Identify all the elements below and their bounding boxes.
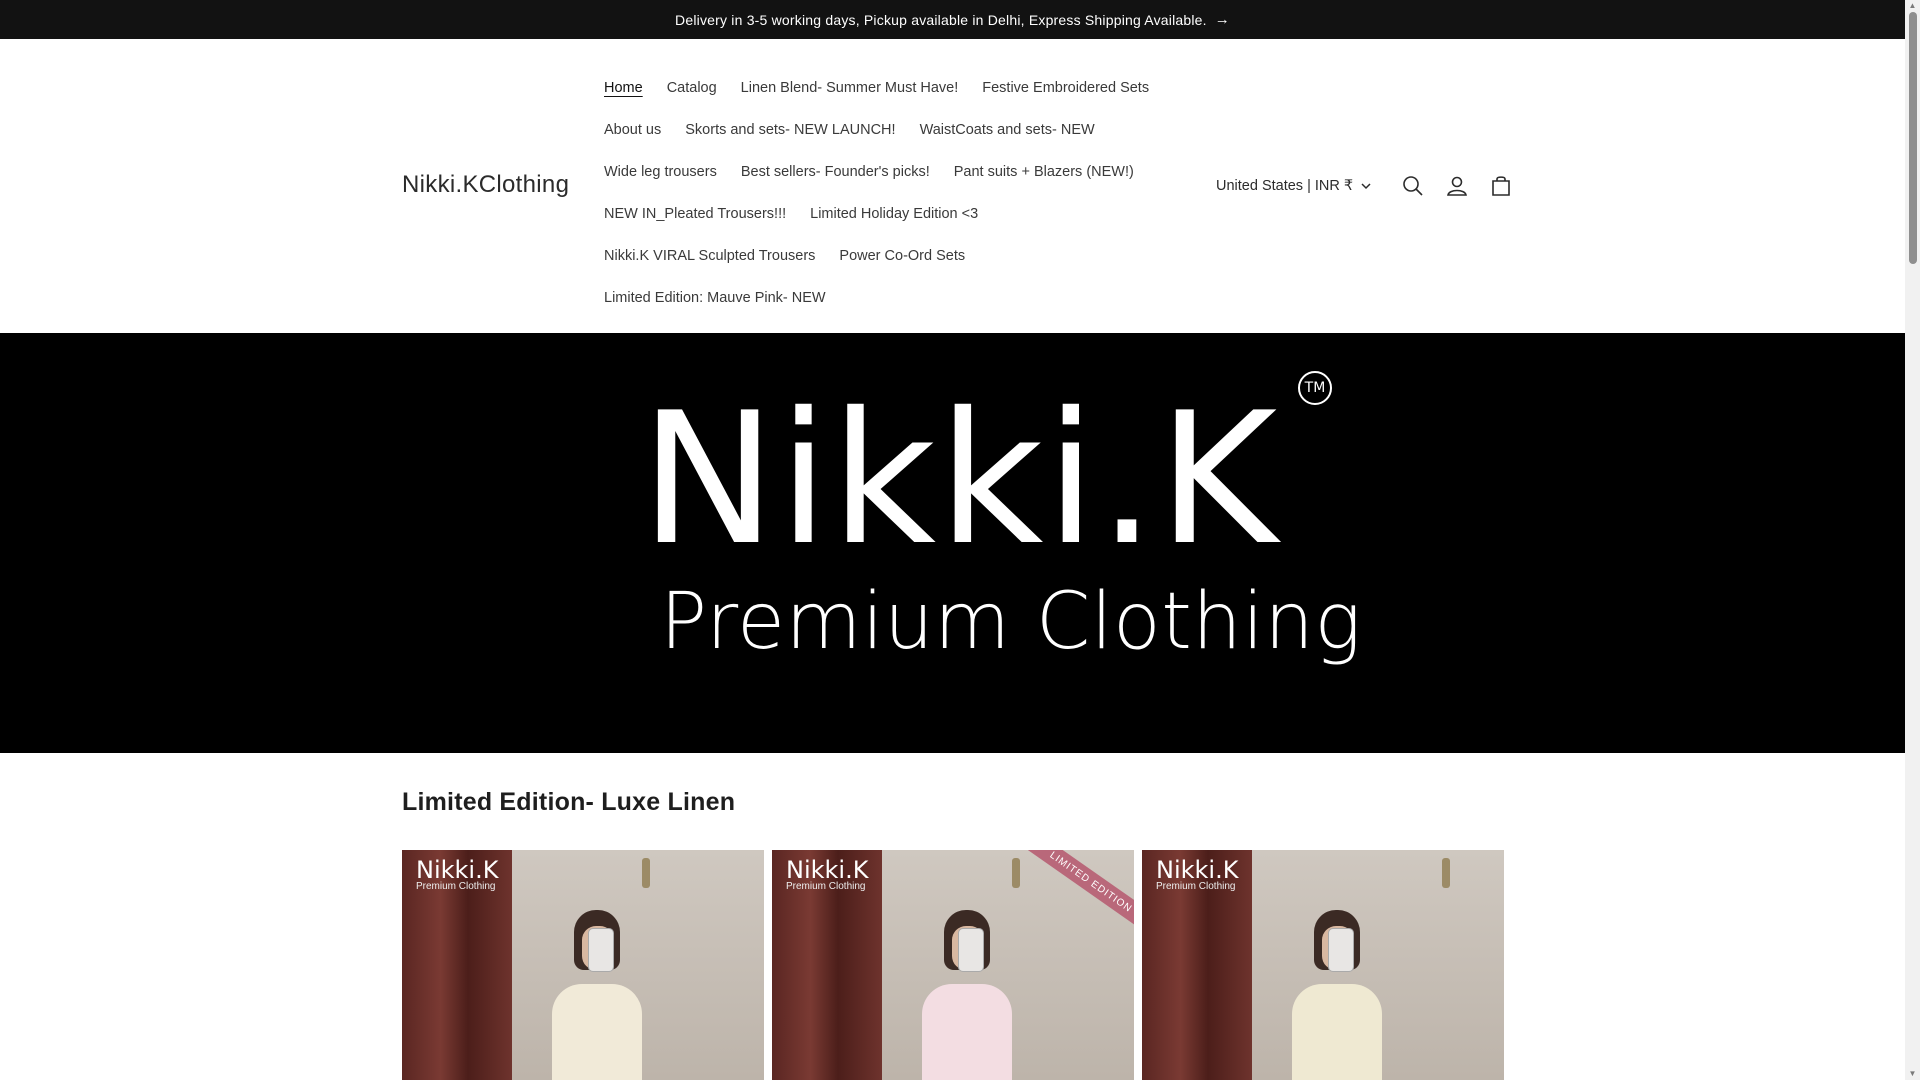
scrollbar-thumb[interactable] [1909,12,1917,264]
outfit [552,984,642,1080]
page-scrollbar[interactable]: ▲ ▼ [1905,0,1920,1080]
account-icon [1447,176,1468,196]
header-tools: United States | INR ₹ [1216,171,1523,201]
nav-link-about[interactable]: About us [604,122,661,138]
nav-link-co-ord-sets[interactable]: Power Co-Ord Sets [839,248,965,264]
announcement-text[interactable]: Delivery in 3-5 working days, Pickup ava… [675,12,1207,28]
announcement-bar[interactable]: Delivery in 3-5 working days, Pickup ava… [0,0,1905,39]
wall-lamp-image [1442,858,1450,888]
nav-row: Wide leg trousers Best sellers- Founder'… [604,151,1164,193]
hero-subtitle: Premium Clothing [660,577,1362,667]
nav-link-home[interactable]: Home [604,80,643,96]
nav-row: Home Catalog Linen Blend- Summer Must Ha… [604,67,1164,109]
outfit [922,984,1012,1080]
nav-row: Limited Edition: Mauve Pink- NEW [604,277,1164,319]
nav-link-sculpted-trousers[interactable]: Nikki.K VIRAL Sculpted Trousers [604,248,815,264]
search-button[interactable] [1391,164,1435,208]
nav-link-best-sellers[interactable]: Best sellers- Founder's picks! [741,164,930,180]
wall-lamp-image [1012,858,1020,888]
phone-icon [958,928,984,972]
nav-link-wide-leg[interactable]: Wide leg trousers [604,164,717,180]
section-title: Limited Edition- Luxe Linen [402,788,736,816]
nav-link-waistcoats[interactable]: WaistCoats and sets- NEW [920,122,1095,138]
hero-banner[interactable]: Nikki.K TM Premium Clothing [0,333,1905,753]
nav-row: About us Skorts and sets- NEW LAUNCH! Wa… [604,109,1164,151]
nav-link-pant-suits[interactable]: Pant suits + Blazers (NEW!) [954,164,1134,180]
site-header: Nikki.KClothing Home Catalog Linen Blend… [0,39,1905,333]
card-logo: Nikki.K Premium Clothing [786,856,869,892]
cart-button[interactable] [1479,164,1523,208]
nav-link-skorts[interactable]: Skorts and sets- NEW LAUNCH! [685,122,895,138]
product-grid: Nikki.K Premium Clothing Nikki.K Premium… [402,850,1504,1080]
product-card[interactable]: Nikki.K Premium Clothing [1142,850,1504,1080]
hero-brand-text: Nikki.K [640,373,1280,585]
model-image [1292,910,1382,1080]
nav-link-holiday-edition[interactable]: Limited Holiday Edition <3 [810,206,978,222]
card-logo: Nikki.K Premium Clothing [1156,856,1239,892]
phone-icon [1328,928,1354,972]
trademark-badge: TM [1298,371,1332,405]
outfit [1292,984,1382,1080]
wall-lamp-image [642,858,650,888]
nav-link-pleated-trousers[interactable]: NEW IN_Pleated Trousers!!! [604,206,786,222]
cart-icon [1492,176,1510,196]
search-icon [1403,176,1423,196]
arrow-right-icon[interactable]: → [1215,11,1230,28]
scroll-up-icon[interactable]: ▲ [1908,2,1917,10]
nav-link-catalog[interactable]: Catalog [667,80,717,96]
nav-row: NEW IN_Pleated Trousers!!! Limited Holid… [604,193,1164,235]
account-button[interactable] [1435,164,1479,208]
model-image [922,910,1012,1080]
nav-row: Nikki.K VIRAL Sculpted Trousers Power Co… [604,235,1164,277]
country-selector[interactable]: United States | INR ₹ [1216,178,1371,194]
model-image [552,910,642,1080]
product-card[interactable]: Nikki.K Premium Clothing LIMITED EDITION [772,850,1134,1080]
nav-link-linen-blend[interactable]: Linen Blend- Summer Must Have! [741,80,959,96]
scroll-down-icon[interactable]: ▼ [1908,1070,1917,1078]
limited-edition-ribbon: LIMITED EDITION [1023,850,1134,934]
country-label: United States | INR ₹ [1216,178,1354,194]
nav-link-festive-sets[interactable]: Festive Embroidered Sets [982,80,1149,96]
product-card[interactable]: Nikki.K Premium Clothing [402,850,764,1080]
store-logo[interactable]: Nikki.KClothing [402,171,569,199]
main-nav: Home Catalog Linen Blend- Summer Must Ha… [604,67,1164,319]
nav-link-mauve-pink[interactable]: Limited Edition: Mauve Pink- NEW [604,290,826,306]
card-logo: Nikki.K Premium Clothing [416,856,499,892]
phone-icon [588,928,614,972]
chevron-down-icon [1361,183,1371,190]
